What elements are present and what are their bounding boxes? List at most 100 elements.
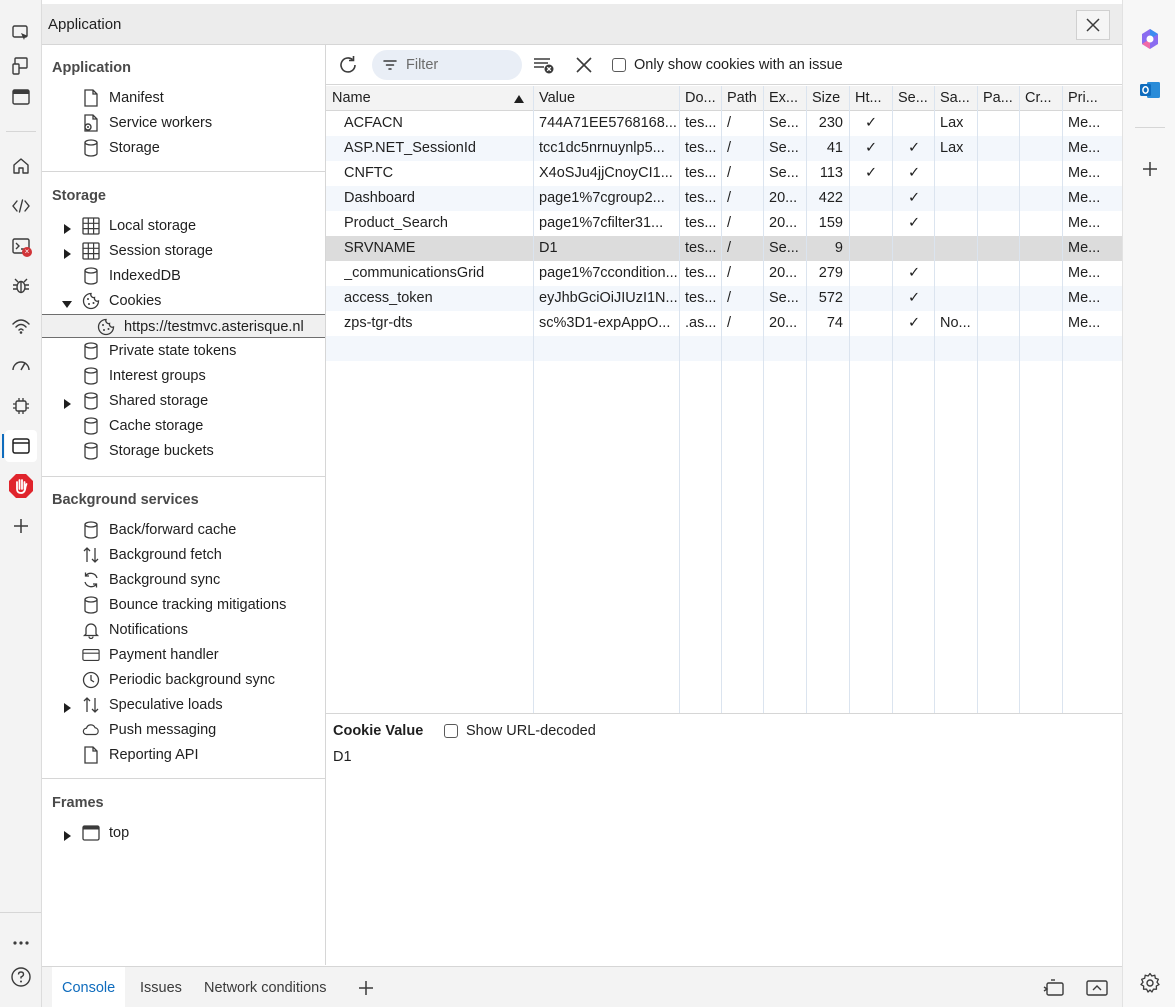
sidebar-item-cookies[interactable]: Cookies — [42, 289, 325, 313]
database-icon — [82, 596, 100, 614]
sidebar-item-periodic-background-sync[interactable]: Periodic background sync — [42, 668, 325, 692]
table-row[interactable]: Product_Search page1%7cfilter31... tes... /… — [326, 211, 1122, 236]
column-divider[interactable] — [679, 86, 680, 713]
expand-arrow-icon[interactable] — [62, 700, 72, 713]
filter-input[interactable] — [406, 55, 514, 75]
column-divider[interactable] — [892, 86, 893, 713]
show-url-decoded-checkbox[interactable] — [444, 724, 458, 738]
sidebar-item-back-forward-cache[interactable]: Back/forward cache — [42, 518, 325, 542]
outlook-button[interactable] — [1136, 76, 1164, 104]
sidebar-item-session-storage[interactable]: Session storage — [42, 239, 325, 263]
table-row[interactable]: CNFTC X4oSJu4jjCnoyCI1... tes... / Se... 113 ✓… — [326, 161, 1122, 186]
close-drawer-button[interactable] — [1085, 976, 1109, 1000]
column-header[interactable]: Pri... — [1068, 90, 1098, 106]
table-row[interactable]: access_token eyJhbGciOiJIUzI1N... tes... / S… — [326, 286, 1122, 311]
column-divider[interactable] — [763, 86, 764, 713]
cookie-table: ACFACN 744A71EE5768168... tes... / Se... 230 ✓… — [326, 86, 1122, 714]
sidebar-item-private-state-tokens[interactable]: Private state tokens — [42, 339, 325, 363]
column-divider[interactable] — [806, 86, 807, 713]
expand-arrow-icon[interactable] — [62, 221, 72, 234]
device-emulation-icon[interactable] — [5, 50, 37, 82]
console-icon[interactable]: × — [5, 230, 37, 262]
adblock-icon[interactable] — [5, 470, 37, 502]
welcome-icon[interactable] — [5, 150, 37, 182]
add-sidebar-app-button[interactable] — [1136, 155, 1164, 183]
inspect-icon[interactable] — [5, 17, 37, 49]
sidebar-item-background-sync[interactable]: Background sync — [42, 568, 325, 592]
elements-icon[interactable] — [5, 190, 37, 222]
sources-icon[interactable] — [5, 270, 37, 302]
sidebar-item-interest-groups[interactable]: Interest groups — [42, 364, 325, 388]
table-row[interactable]: _communicationsGrid page1%7ccondition... t… — [326, 261, 1122, 286]
column-divider[interactable] — [849, 86, 850, 713]
tab-network-conditions[interactable]: Network conditions — [194, 967, 337, 1007]
sidebar-item-bounce-tracking[interactable]: Bounce tracking mitigations — [42, 593, 325, 617]
sidebar-item-background-fetch[interactable]: Background fetch — [42, 543, 325, 567]
help-icon[interactable] — [5, 961, 37, 993]
column-header[interactable]: Value — [539, 90, 575, 106]
sidebar-item-storage-buckets[interactable]: Storage buckets — [42, 439, 325, 463]
column-header[interactable]: Se... — [898, 90, 928, 106]
column-header[interactable]: Name — [332, 90, 371, 106]
cookie-value-text[interactable]: D1 — [333, 749, 352, 765]
table-row[interactable]: zps-tgr-dts sc%3D1-expAppO... .as... / 20...… — [326, 311, 1122, 336]
only-issues-checkbox[interactable] — [612, 58, 626, 72]
table-row[interactable]: ASP.NET_SessionId tcc1dc5nrnuynlp5... tes.… — [326, 136, 1122, 161]
table-cell: Lax — [940, 140, 964, 156]
column-header[interactable]: Size — [812, 90, 840, 106]
column-divider[interactable] — [977, 86, 978, 713]
sidebar-item-reporting-api[interactable]: Reporting API — [42, 743, 325, 767]
column-divider[interactable] — [934, 86, 935, 713]
expand-arrow-icon[interactable] — [62, 246, 72, 259]
network-icon[interactable] — [5, 310, 37, 342]
sidebar-item-manifest[interactable]: Manifest — [42, 86, 325, 110]
filter-field[interactable] — [372, 50, 522, 80]
column-header[interactable]: Do... — [685, 90, 716, 106]
sidebar-item-notifications[interactable]: Notifications — [42, 618, 325, 642]
add-tab-button[interactable] — [354, 976, 378, 1000]
sidebar-item-cookie-origin[interactable]: https://testmvc.asterisque.nl — [42, 314, 325, 338]
sidebar-item-speculative-loads[interactable]: Speculative loads — [42, 693, 325, 717]
sidebar-item-shared-storage[interactable]: Shared storage — [42, 389, 325, 413]
delete-selected-button[interactable] — [572, 53, 596, 77]
table-cell: page1%7ccondition... — [539, 265, 678, 281]
sidebar-item-cache-storage[interactable]: Cache storage — [42, 414, 325, 438]
sidebar-settings-button[interactable] — [1136, 969, 1164, 997]
collapse-arrow-icon[interactable] — [62, 296, 72, 308]
clear-filtered-cookies-button[interactable] — [532, 53, 556, 77]
sidebar-item-storage[interactable]: Storage — [42, 136, 325, 160]
tab-console[interactable]: Console — [52, 967, 126, 1007]
expand-arrow-icon[interactable] — [62, 396, 72, 409]
refresh-button[interactable] — [336, 53, 360, 77]
copilot-button[interactable] — [1136, 25, 1164, 53]
sidebar-item-local-storage[interactable]: Local storage — [42, 214, 325, 238]
application-icon[interactable] — [2, 430, 37, 462]
column-divider[interactable] — [1062, 86, 1063, 713]
sidebar-item-indexeddb[interactable]: IndexedDB — [42, 264, 325, 288]
table-row[interactable]: ACFACN 744A71EE5768168... tes... / Se... 230 ✓… — [326, 111, 1122, 136]
column-header[interactable]: Cr... — [1025, 90, 1052, 106]
expand-arrow-icon[interactable] — [62, 828, 72, 841]
panel-icon[interactable] — [5, 81, 37, 113]
column-divider[interactable] — [533, 86, 534, 713]
column-header[interactable]: Ht... — [855, 90, 882, 106]
column-header[interactable]: Sa... — [940, 90, 970, 106]
column-divider[interactable] — [1019, 86, 1020, 713]
column-header[interactable]: Pa... — [983, 90, 1013, 106]
sidebar-item-payment-handler[interactable]: Payment handler — [42, 643, 325, 667]
column-header[interactable]: Ex... — [769, 90, 798, 106]
close-panel-button[interactable] — [1076, 10, 1110, 40]
memory-icon[interactable] — [5, 390, 37, 422]
table-row[interactable]: SRVNAME D1 tes... / Se... 9 Me... — [326, 236, 1122, 261]
performance-icon[interactable] — [5, 350, 37, 382]
add-icon[interactable] — [5, 510, 37, 542]
dock-drawer-button[interactable] — [1042, 976, 1066, 1000]
sidebar-item-push-messaging[interactable]: Push messaging — [42, 718, 325, 742]
column-header[interactable]: Path — [727, 90, 757, 106]
sidebar-item-service-workers[interactable]: Service workers — [42, 111, 325, 135]
column-divider[interactable] — [721, 86, 722, 713]
table-row[interactable]: Dashboard page1%7cgroup2... tes... / 20... 42… — [326, 186, 1122, 211]
sidebar-item-frame-top[interactable]: top — [42, 821, 325, 845]
more-icon[interactable] — [5, 927, 37, 959]
tab-issues[interactable]: Issues — [130, 967, 192, 1007]
